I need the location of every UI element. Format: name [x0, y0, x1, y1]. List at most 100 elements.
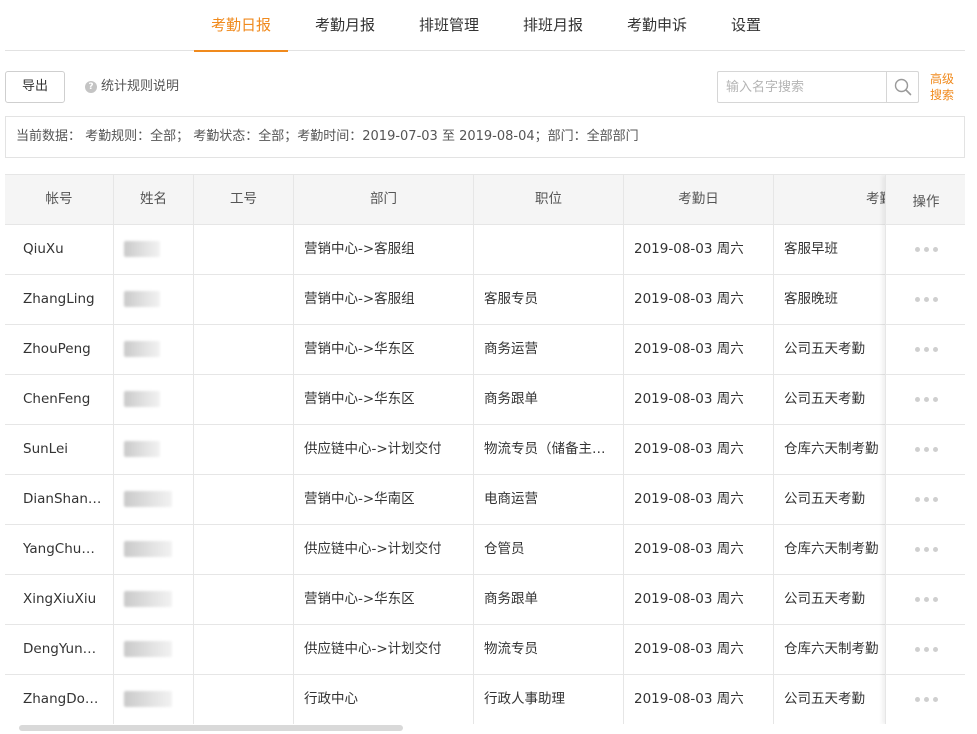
- cell-attendance-date: 2019-08-03 周六: [623, 275, 773, 324]
- tab-shift-monthly[interactable]: 排班月报: [506, 0, 600, 51]
- question-circle-icon: ?: [85, 81, 97, 93]
- table-row[interactable]: ZhouPeng 营销中心->华东区 商务运营 2019-08-03 周六 公司五天考勤: [5, 325, 965, 375]
- dot: [932, 347, 938, 352]
- cell-attendance-date: 2019-08-03 周六: [623, 425, 773, 474]
- col-header-employee-id[interactable]: 工号: [193, 175, 293, 224]
- dot: [932, 497, 938, 502]
- cell-name: [113, 375, 193, 424]
- more-dots-icon[interactable]: [914, 697, 938, 702]
- blurred-name: [124, 541, 172, 557]
- cell-account: ChenFeng: [23, 391, 91, 407]
- filter-summary: 当前数据： 考勤规则：全部； 考勤状态：全部；考勤时间：2019-07-03 至…: [5, 116, 965, 158]
- cell-attendance-date: 2019-08-03 周六: [623, 225, 773, 274]
- dot: [914, 247, 920, 252]
- cell-position: 仓管员: [473, 525, 623, 574]
- cell-account: YangChu…: [23, 541, 95, 557]
- more-dots-icon[interactable]: [914, 497, 938, 502]
- dot: [914, 647, 920, 652]
- dot: [923, 647, 929, 652]
- dot: [923, 447, 929, 452]
- horizontal-scrollbar[interactable]: [5, 724, 965, 732]
- dot: [923, 547, 929, 552]
- col-header-attendance-date[interactable]: 考勤日: [623, 175, 773, 224]
- cell-employee-id: [193, 275, 293, 324]
- table-row[interactable]: YangChu… 供应链中心->计划交付 仓管员 2019-08-03 周六 仓库六天制…: [5, 525, 965, 575]
- stat-rule-link[interactable]: ? 统计规则说明: [85, 78, 179, 96]
- search-button[interactable]: [886, 72, 918, 102]
- more-dots-icon[interactable]: [914, 447, 938, 452]
- blurred-name: [124, 391, 160, 407]
- tab-settings[interactable]: 设置: [714, 0, 778, 51]
- cell-attendance-date: 2019-08-03 周六: [623, 575, 773, 624]
- cell-department: 行政中心: [293, 675, 473, 724]
- dot: [932, 547, 938, 552]
- table-row[interactable]: ZhangLing 营销中心->客服组 客服专员 2019-08-03 周六 客服晚班: [5, 275, 965, 325]
- search-input[interactable]: [718, 72, 886, 102]
- dot: [932, 647, 938, 652]
- dot: [914, 597, 920, 602]
- blurred-name: [124, 591, 172, 607]
- cell-position: 行政人事助理: [473, 675, 623, 724]
- tab-daily-report[interactable]: 考勤日报: [194, 0, 288, 52]
- blurred-name: [124, 341, 160, 357]
- row-operations: [886, 475, 965, 525]
- col-header-position[interactable]: 职位: [473, 175, 623, 224]
- dot: [932, 297, 938, 302]
- cell-employee-id: [193, 575, 293, 624]
- cell-employee-id: [193, 525, 293, 574]
- export-button[interactable]: 导出: [5, 71, 65, 103]
- tab-shift-management[interactable]: 排班管理: [402, 0, 496, 51]
- more-dots-icon[interactable]: [914, 547, 938, 552]
- stat-rule-label: 统计规则说明: [101, 79, 180, 94]
- dot: [923, 697, 929, 702]
- dot: [923, 297, 929, 302]
- col-header-department[interactable]: 部门: [293, 175, 473, 224]
- cell-department: 营销中心->客服组: [293, 225, 473, 274]
- cell-account: DengYun…: [23, 641, 97, 657]
- cell-name: [113, 475, 193, 524]
- more-dots-icon[interactable]: [914, 397, 938, 402]
- advanced-search-link[interactable]: 高级搜索: [928, 71, 956, 103]
- blurred-name: [124, 691, 172, 707]
- operations-column: 操作: [885, 175, 965, 724]
- dot: [914, 547, 920, 552]
- table-row[interactable]: XingXiuXiu 营销中心->华东区 商务跟单 2019-08-03 周六 公司五天…: [5, 575, 965, 625]
- table-row[interactable]: QiuXu 营销中心->客服组 2019-08-03 周六 客服早班: [5, 225, 965, 275]
- blurred-name: [124, 641, 172, 657]
- table-row[interactable]: ChenFeng 营销中心->华东区 商务跟单 2019-08-03 周六 公司五天考勤: [5, 375, 965, 425]
- table-row[interactable]: SunLei 供应链中心->计划交付 物流专员（储备主… 2019-08-03 周六仓…: [5, 425, 965, 475]
- more-dots-icon[interactable]: [914, 347, 938, 352]
- cell-name: [113, 525, 193, 574]
- cell-position: 商务跟单: [473, 575, 623, 624]
- table-row[interactable]: DengYun… 供应链中心->计划交付 物流专员 2019-08-03 周六 仓库六天…: [5, 625, 965, 675]
- cell-account: QiuXu: [23, 241, 64, 257]
- tab-attendance-appeal[interactable]: 考勤申诉: [610, 0, 704, 51]
- cell-account: ZhouPeng: [23, 341, 91, 357]
- dot: [914, 347, 920, 352]
- cell-employee-id: [193, 325, 293, 374]
- tab-monthly-report[interactable]: 考勤月报: [298, 0, 392, 51]
- col-header-account[interactable]: 帐号: [5, 175, 113, 224]
- more-dots-icon[interactable]: [914, 597, 938, 602]
- col-header-name[interactable]: 姓名: [113, 175, 193, 224]
- row-operations: [886, 575, 965, 625]
- dot: [914, 397, 920, 402]
- cell-name: [113, 425, 193, 474]
- row-operations: [886, 225, 965, 275]
- cell-employee-id: [193, 375, 293, 424]
- cell-position: 电商运营: [473, 475, 623, 524]
- table-row[interactable]: DianShan… 营销中心->华南区 电商运营 2019-08-03 周六 公司五天考…: [5, 475, 965, 525]
- horizontal-scrollbar-thumb[interactable]: [19, 725, 403, 731]
- cell-position: 商务跟单: [473, 375, 623, 424]
- cell-account: ZhangDo…: [23, 691, 99, 707]
- dot: [932, 597, 938, 602]
- col-header-operations: 操作: [886, 175, 965, 225]
- dot: [923, 247, 929, 252]
- table-row[interactable]: ZhangDo… 行政中心 行政人事助理 2019-08-03 周六 公司五天考勤: [5, 675, 965, 724]
- cell-name: [113, 325, 193, 374]
- more-dots-icon[interactable]: [914, 647, 938, 652]
- more-dots-icon[interactable]: [914, 297, 938, 302]
- row-operations: [886, 275, 965, 325]
- cell-name: [113, 625, 193, 674]
- more-dots-icon[interactable]: [914, 247, 938, 252]
